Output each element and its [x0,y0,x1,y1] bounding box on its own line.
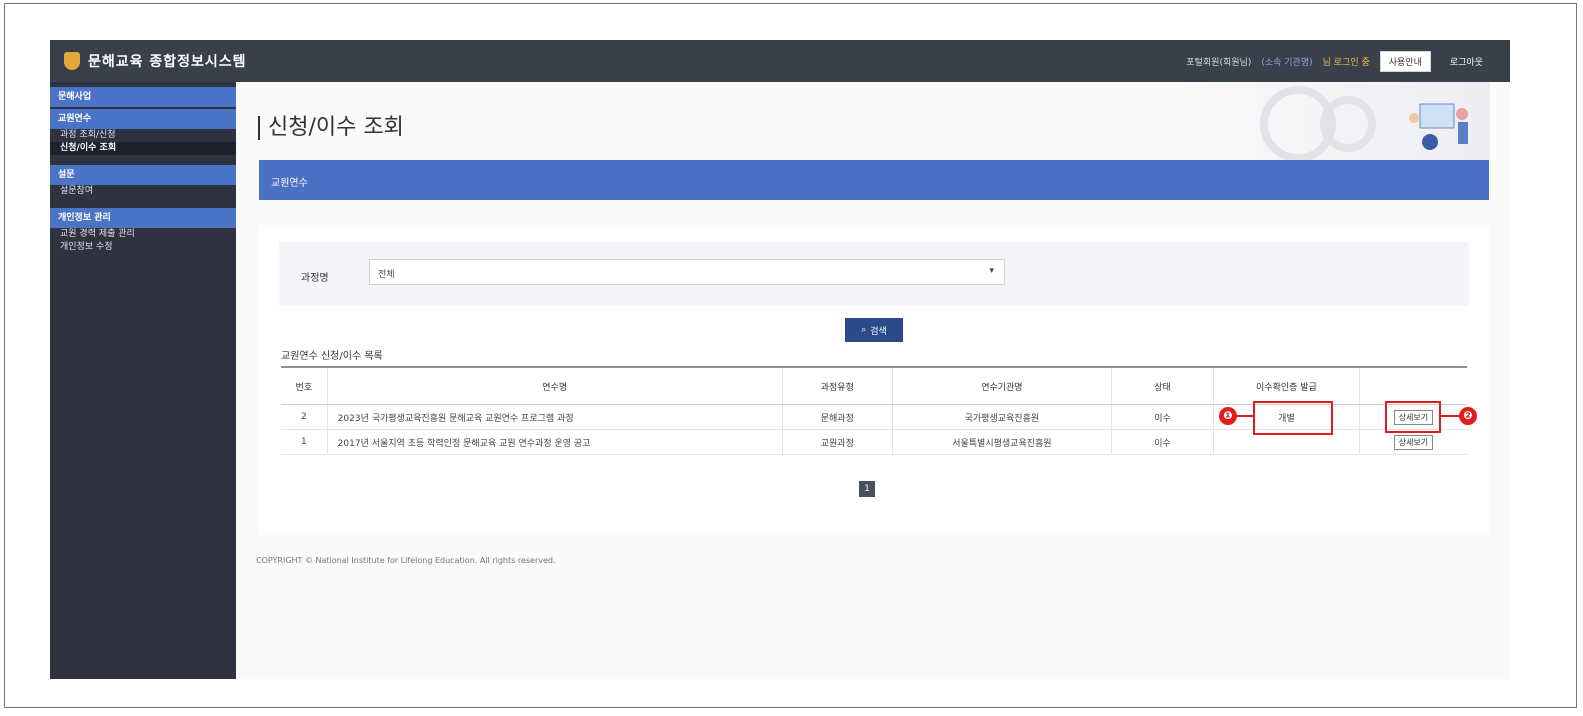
illustration-icon [1409,103,1468,150]
col-action [1358,366,1467,405]
guide-button[interactable]: 사용안내 [1379,51,1431,72]
sidebar-item-application-history[interactable]: 신청/이수 조회 [50,142,236,155]
course-select-value: 전체 [378,270,395,280]
col-number: 번호 [281,366,328,405]
user-info: 포털회원(회원님) [1186,58,1252,68]
row-status: 이수 [1110,404,1214,430]
annotation-marker: ❶ [1219,407,1237,425]
sidebar-group-teacher-training[interactable]: 교원연수 [50,109,236,129]
annotation-box-detail [1385,401,1441,433]
content-panel: 과정명 전체 ▾ ⌕ 검색 교원연수 신청/이수 목록 번호 연수명 과정유형 … [259,225,1489,535]
row-number: 2 [281,404,328,430]
col-institution: 연수기관명 [891,366,1112,405]
row-status: 이수 [1110,429,1214,455]
search-icon: ⌕ [861,325,867,335]
list-title: 교원연수 신청/이수 목록 [281,351,383,362]
top-bar: 문해교육 종합정보시스템 포털회원(회원님) (소속 기관명) 님 로그인 중 … [50,40,1510,82]
col-course-name: 연수명 [326,366,783,405]
page-title: 신청/이수 조회 [258,116,404,140]
app-title: 문해교육 종합정보시스템 [88,54,247,70]
app-logo[interactable]: 문해교육 종합정보시스템 [64,51,247,71]
logout-button[interactable]: 로그아웃 [1440,51,1492,72]
row-number: 1 [281,429,328,455]
row-institution: 서울특별시평생교육진흥원 [891,429,1112,455]
page-number[interactable]: 1 [859,481,875,497]
user-info-highlight: (소속 기관명) [1261,58,1313,68]
col-status: 상태 [1110,366,1214,405]
search-button[interactable]: ⌕ 검색 [845,318,903,342]
row-institution: 국가평생교육진흥원 [891,404,1112,430]
header-illustration [1170,82,1490,162]
logo-icon [64,52,80,70]
row-course-type: 교원과정 [781,429,893,455]
sidebar: 문해사업 교원연수 과정 조회/신청 신청/이수 조회 설문 설문참여 개인정보… [50,82,236,679]
row-course-type: 문해과정 [781,404,893,430]
col-course-type: 과정유형 [781,366,893,405]
sidebar-item-course-apply[interactable]: 과정 조회/신청 [50,129,236,142]
annotation-box-certificate [1253,401,1333,435]
gear-icon [1320,96,1376,152]
course-select[interactable]: 전체 ▾ [369,259,1005,285]
sidebar-item-career[interactable]: 교원 경력 제출 관리 [50,228,236,241]
section-band-label: 교원연수 [271,178,308,189]
main-content: 신청/이수 조회 교원연수 과정명 전체 ▾ ⌕ 검색 교원연수 신청/이수 목… [236,82,1510,679]
user-notice: 님 로그인 중 [1322,58,1370,68]
sidebar-group-literacy[interactable]: 문해사업 [50,87,236,107]
filter-box: 과정명 전체 ▾ [279,242,1469,306]
sidebar-group-personal-info[interactable]: 개인정보 관리 [50,208,236,228]
chevron-down-icon: ▾ [989,266,994,276]
row-course-name: 2023년 국가평생교육진흥원 문해교육 교원연수 프로그램 과정 [326,404,783,430]
sidebar-item-profile-edit[interactable]: 개인정보 수정 [50,241,236,254]
sidebar-item-survey[interactable]: 설문참여 [50,185,236,198]
annotation-line [1439,415,1459,417]
annotation-line [1236,415,1254,417]
section-band: 교원연수 [259,160,1489,200]
filter-label: 과정명 [301,273,329,284]
annotation-marker: ❷ [1459,407,1477,425]
detail-button[interactable]: 상세보기 [1393,434,1434,450]
sidebar-group-survey[interactable]: 설문 [50,165,236,185]
user-area: 포털회원(회원님) (소속 기관명) 님 로그인 중 사용안내 로그아웃 [1186,51,1492,72]
row-course-name: 2017년 서울지역 초등 학력인정 문해교육 교원 연수과정 운영 공고 [326,429,783,455]
search-button-label: 검색 [870,326,887,337]
copyright: COPYRIGHT © National Institute for Lifel… [256,556,556,565]
row-action: 상세보기 [1358,429,1467,455]
table-header-row: 번호 연수명 과정유형 연수기관명 상태 이수확인증 발급 [281,366,1467,405]
col-certificate: 이수확인증 발급 [1213,366,1360,405]
